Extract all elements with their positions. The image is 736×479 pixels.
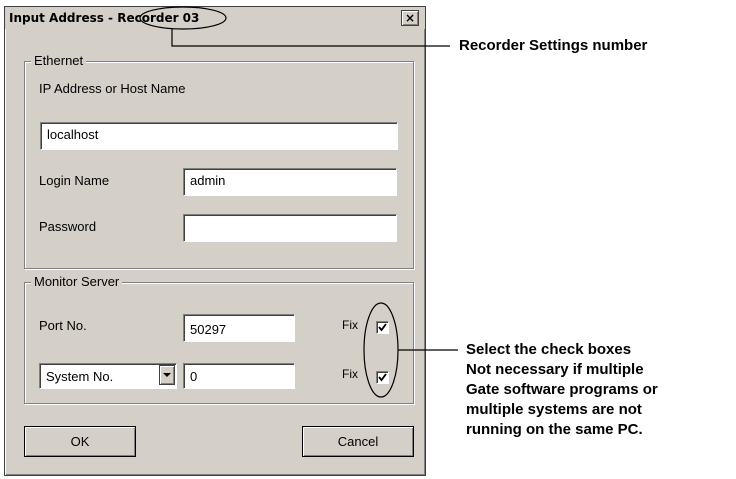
password-label: Password: [39, 219, 97, 234]
host-input[interactable]: localhost: [40, 122, 398, 150]
check-boxes-callout: Select the check boxes Not necessary if …: [466, 340, 658, 440]
callout-line: multiple systems are not: [466, 401, 642, 418]
port-fix-checkbox[interactable]: [376, 321, 389, 334]
monitor-server-legend: Monitor Server: [31, 274, 123, 289]
ethernet-legend: Ethernet: [31, 53, 87, 68]
close-button[interactable]: ×: [401, 10, 419, 26]
callout-line: Not necessary if multiple: [466, 361, 644, 378]
callout-line: Gate software programs or: [466, 381, 658, 398]
ok-button[interactable]: OK: [24, 426, 136, 457]
checkmark-icon: [378, 373, 387, 382]
port-fix-label: Fix: [342, 318, 358, 332]
password-input[interactable]: [183, 214, 397, 242]
system-fix-label: Fix: [342, 367, 358, 381]
host-label: IP Address or Host Name: [39, 81, 186, 96]
port-label: Port No.: [39, 318, 87, 333]
dialog-title: Input Address - Recorder 03: [9, 11, 199, 25]
input-address-dialog: Input Address - Recorder 03 × Ethernet I…: [4, 6, 426, 476]
system-select-value: System No.: [46, 369, 114, 384]
dropdown-button[interactable]: [159, 365, 175, 385]
callout-line: Select the check boxes: [466, 341, 632, 358]
checkmark-icon: [378, 323, 387, 332]
chevron-down-icon: [163, 373, 171, 377]
recorder-settings-callout: Recorder Settings number: [459, 37, 648, 54]
title-recorder: Recorder 03: [117, 11, 200, 25]
port-input[interactable]: 50297: [183, 314, 295, 342]
close-icon: ×: [404, 11, 416, 25]
title-bar: Input Address - Recorder 03 ×: [5, 7, 425, 29]
system-fix-checkbox[interactable]: [376, 371, 389, 384]
login-input[interactable]: admin: [183, 168, 397, 196]
system-number-input[interactable]: 0: [183, 363, 295, 389]
callout-line: running on the same PC.: [466, 421, 643, 438]
cancel-button[interactable]: Cancel: [302, 426, 414, 457]
system-select[interactable]: System No.: [39, 363, 177, 389]
login-label: Login Name: [39, 173, 110, 188]
title-prefix: Input Address -: [9, 11, 118, 25]
